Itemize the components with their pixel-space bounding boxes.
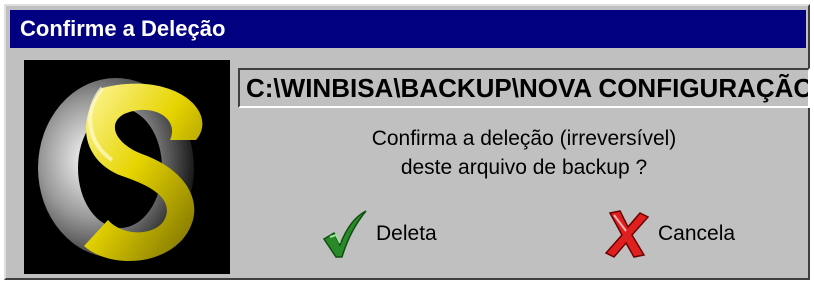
message-line-1: Confirma a deleção (irreversível)	[371, 127, 677, 150]
delete-button-label: Deleta	[376, 222, 437, 245]
file-path-display: C:\WINBISA\BACKUP\NOVA CONFIGURAÇÃO	[238, 68, 810, 108]
message-line-2: deste arquivo de backup ?	[400, 156, 648, 179]
confirm-dialog: Confirme a Deleção C:\WINBISA\BACKUP\NOV…	[4, 4, 810, 280]
red-x-icon	[604, 209, 650, 259]
title-bar[interactable]: Confirme a Deleção	[10, 10, 806, 48]
cancel-button[interactable]: Cancela	[604, 206, 735, 262]
cancel-button-label: Cancela	[658, 222, 736, 245]
confirmation-message: Confirma a deleção (irreversível) deste …	[238, 124, 810, 182]
window-title: Confirme a Deleção	[20, 16, 226, 41]
app-logo-icon	[24, 60, 230, 274]
delete-button[interactable]: Deleta	[322, 206, 437, 262]
green-check-icon	[322, 209, 368, 259]
